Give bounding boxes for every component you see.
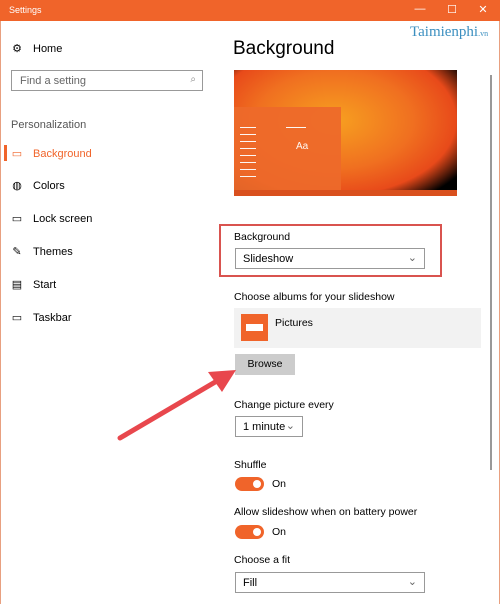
sidebar-item-label: Lock screen bbox=[33, 212, 93, 225]
fit-dropdown[interactable]: Fill ⌄ bbox=[235, 572, 425, 593]
image-icon: ▭ bbox=[11, 148, 23, 160]
preview-taskbar bbox=[234, 190, 457, 196]
preview-window: Aa bbox=[234, 107, 341, 190]
sidebar-item-colors[interactable]: ◍ Colors bbox=[11, 179, 65, 193]
close-icon[interactable]: ✕ bbox=[475, 3, 491, 16]
battery-label: Allow slideshow when on battery power bbox=[234, 506, 418, 518]
shuffle-state: On bbox=[272, 478, 287, 490]
dropdown-value: Fill bbox=[243, 577, 258, 589]
background-label: Background bbox=[234, 231, 291, 243]
albums-label: Choose albums for your slideshow bbox=[234, 291, 395, 303]
change-picture-label: Change picture every bbox=[234, 399, 334, 411]
scrollbar[interactable] bbox=[490, 75, 492, 470]
home-link[interactable]: ⚙ Home bbox=[11, 42, 63, 56]
shuffle-label: Shuffle bbox=[234, 459, 267, 471]
start-icon: ▤ bbox=[11, 279, 23, 291]
sidebar-item-label: Taskbar bbox=[33, 311, 72, 324]
taskbar-icon: ▭ bbox=[11, 312, 23, 324]
album-name: Pictures bbox=[275, 317, 313, 329]
chevron-down-icon: ⌄ bbox=[285, 420, 295, 432]
chevron-down-icon: ⌄ bbox=[407, 252, 417, 264]
sidebar-item-label: Start bbox=[33, 278, 57, 291]
watermark-logo: Taimienphi.vn bbox=[410, 24, 489, 40]
folder-icon bbox=[241, 314, 268, 341]
selection-indicator bbox=[4, 145, 7, 161]
fit-label: Choose a fit bbox=[234, 554, 291, 566]
lock-screen-icon: ▭ bbox=[11, 213, 23, 225]
sidebar-item-background[interactable]: ▭ Background bbox=[4, 145, 92, 161]
shuffle-toggle[interactable] bbox=[235, 477, 264, 491]
sidebar-item-label: Colors bbox=[33, 179, 65, 192]
battery-toggle[interactable] bbox=[235, 525, 264, 539]
sidebar-item-lock-screen[interactable]: ▭ Lock screen bbox=[11, 212, 93, 226]
sidebar-item-label: Themes bbox=[33, 245, 73, 258]
preview-line bbox=[286, 127, 306, 128]
search-input[interactable]: Find a setting ⌕ bbox=[11, 70, 203, 91]
minimize-icon[interactable]: — bbox=[412, 3, 428, 15]
background-dropdown[interactable]: Slideshow ⌄ bbox=[235, 248, 425, 269]
section-label: Personalization bbox=[11, 119, 87, 131]
preview-text: Aa bbox=[296, 141, 309, 152]
album-item[interactable]: Pictures bbox=[234, 308, 481, 348]
sidebar-item-label: Background bbox=[33, 147, 92, 160]
search-icon: ⌕ bbox=[190, 74, 196, 85]
background-preview: Aa bbox=[234, 70, 457, 196]
battery-state: On bbox=[272, 526, 287, 538]
themes-icon: ✎ bbox=[12, 246, 22, 258]
window-title: Settings bbox=[9, 5, 42, 15]
chevron-down-icon: ⌄ bbox=[407, 576, 417, 588]
sidebar-item-themes[interactable]: ✎ Themes bbox=[11, 245, 73, 259]
arrow-annotation bbox=[117, 370, 236, 441]
home-label: Home bbox=[33, 42, 63, 55]
title-bar: Settings — ☐ ✕ bbox=[0, 0, 500, 21]
sidebar-item-start[interactable]: ▤ Start bbox=[11, 278, 57, 292]
dropdown-value: 1 minute bbox=[243, 421, 286, 433]
page-title: Background bbox=[233, 38, 335, 59]
search-placeholder: Find a setting bbox=[20, 75, 87, 87]
interval-dropdown[interactable]: 1 minute ⌄ bbox=[235, 416, 303, 437]
maximize-icon[interactable]: ☐ bbox=[444, 3, 460, 16]
dropdown-value: Slideshow bbox=[243, 253, 294, 265]
preview-menu-lines bbox=[240, 127, 256, 183]
sidebar-item-taskbar[interactable]: ▭ Taskbar bbox=[11, 311, 72, 325]
palette-icon: ◍ bbox=[12, 180, 22, 192]
gear-icon: ⚙ bbox=[12, 43, 22, 55]
